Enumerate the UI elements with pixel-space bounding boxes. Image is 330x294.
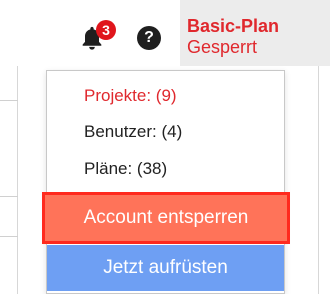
menu-item-projects[interactable]: Projekte: (9)	[84, 86, 177, 106]
background-divider	[0, 100, 18, 101]
background-divider	[0, 196, 18, 197]
menu-item-plans[interactable]: Pläne: (38)	[84, 159, 167, 179]
question-icon: ?	[144, 29, 154, 46]
plan-status-box[interactable]: Basic-Plan Gesperrt	[180, 0, 330, 66]
plan-name: Basic-Plan	[187, 16, 280, 36]
notifications-button[interactable]: 3	[76, 18, 116, 58]
menu-item-users[interactable]: Benutzer: (4)	[84, 122, 182, 142]
help-button[interactable]: ?	[137, 26, 161, 50]
unlock-account-button[interactable]: Account entsperren	[42, 192, 290, 244]
upgrade-now-button[interactable]: Jetzt aufrüsten	[47, 245, 284, 291]
notification-count-badge: 3	[96, 20, 116, 40]
plan-status: Gesperrt	[187, 37, 258, 57]
top-bar: 3 ? Basic-Plan Gesperrt	[0, 0, 330, 66]
background-panel-left	[0, 66, 18, 294]
background-panel-right	[318, 66, 330, 294]
background-divider	[0, 236, 18, 237]
account-dropdown-menu: Projekte: (9) Benutzer: (4) Pläne: (38) …	[42, 70, 290, 294]
